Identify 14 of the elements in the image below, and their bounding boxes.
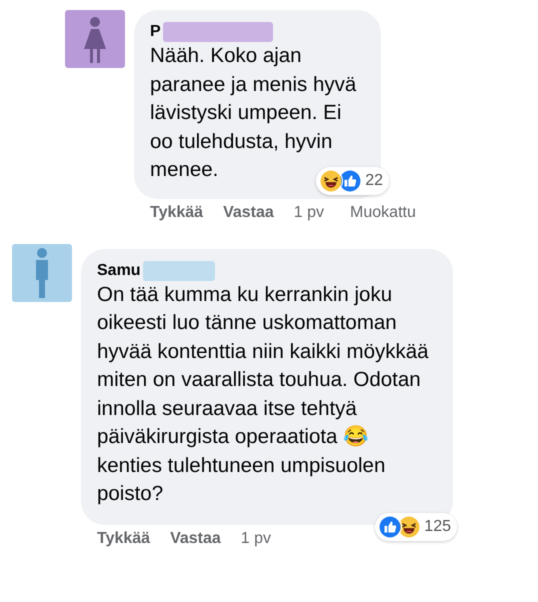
comment-time[interactable]: 1 pv (240, 530, 272, 548)
comment-action-link[interactable]: Vastaa (223, 204, 274, 222)
author-name[interactable]: Samu (97, 262, 141, 280)
avatar[interactable] (12, 244, 72, 302)
comment-time[interactable]: 1 pv (294, 204, 324, 222)
comment-text: On tää kumma ku kerrankin joku oikeesti luo tänne uskomattoman hyvää kontenttia niin kaikki möykkää miten on vaarallista touhua. Odotan innolla seuraavaa itse tehtyä päiväkirurgista operaatiota 😂 kenties tulehtuneen umpisuolen poisto? (97, 282, 430, 507)
comment-action-link[interactable]: Vastaa (170, 530, 221, 548)
author-name[interactable]: P (150, 23, 161, 41)
comment-action-link[interactable]: Tykkää (97, 530, 150, 548)
edited-label[interactable]: Muokattu (350, 204, 416, 222)
avatar[interactable] (65, 10, 125, 68)
reaction-summary[interactable]: 125 (375, 512, 457, 540)
comment-action-link[interactable]: Tykkää (150, 204, 204, 222)
reaction-summary[interactable]: 22 (316, 166, 389, 194)
